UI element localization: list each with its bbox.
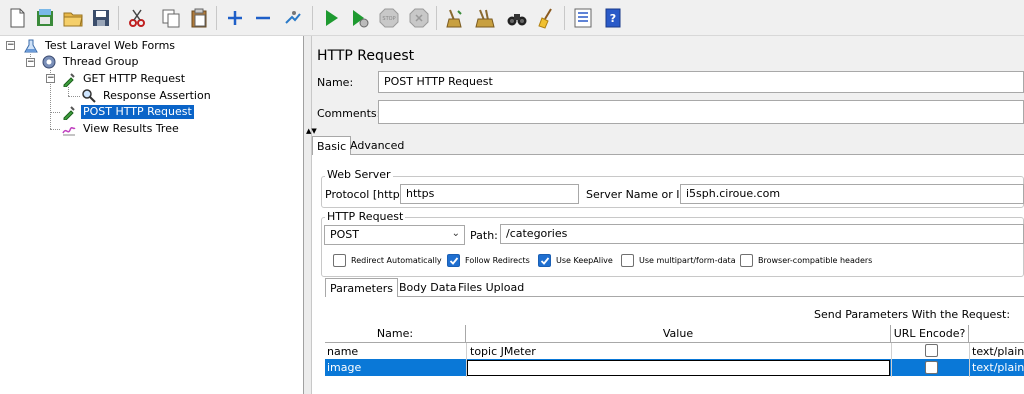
redirect-automatically-checkbox[interactable]: Redirect Automatically <box>333 254 442 267</box>
parameters-table: Name: Value URL Encode? name topic JMete… <box>325 325 1024 394</box>
table-row-name-cell[interactable]: image <box>325 360 466 376</box>
table-row-name-cell[interactable]: name <box>325 344 466 360</box>
name-label: Name: <box>317 76 354 89</box>
tree-node-thread-group[interactable]: Thread Group <box>40 54 140 70</box>
resize-arrows-icon[interactable]: ▲▼ <box>306 128 317 135</box>
method-select[interactable]: POST ⌄ <box>324 225 465 245</box>
comments-label: Comments: <box>317 107 381 120</box>
main-toolbar: STOP ? <box>0 0 1024 36</box>
copy-icon[interactable] <box>158 5 184 31</box>
svg-text:?: ? <box>610 12 616 25</box>
table-row-content-type-cell[interactable]: text/plain <box>970 360 1024 376</box>
path-label: Path: <box>470 229 498 242</box>
table-row-value-cell[interactable]: topic JMeter <box>468 344 891 360</box>
column-header-name[interactable]: Name: <box>325 325 466 343</box>
start-no-pause-icon[interactable] <box>346 5 372 31</box>
url-encode-checkbox[interactable] <box>923 344 943 360</box>
tab-files-upload[interactable]: Files Upload <box>454 278 528 297</box>
http-request-group-title: HTTP Request <box>325 210 406 223</box>
tab-parameters[interactable]: Parameters <box>325 278 398 297</box>
protocol-label: Protocol [http]: <box>325 188 408 201</box>
magnifier-icon <box>80 88 98 104</box>
listener-chart-icon <box>60 121 78 137</box>
browser-compatible-headers-checkbox[interactable]: Browser-compatible headers <box>740 254 872 267</box>
column-header-value[interactable]: Value <box>466 325 891 343</box>
start-icon[interactable] <box>318 5 344 31</box>
cut-icon[interactable] <box>124 5 150 31</box>
config-tabs: Basic Advanced <box>312 135 1024 156</box>
thread-group-collapse-toggle[interactable]: − <box>26 58 35 67</box>
clear-icon[interactable] <box>442 5 468 31</box>
stop-icon[interactable]: STOP <box>376 5 402 31</box>
new-file-icon[interactable] <box>4 5 30 31</box>
column-header-url-encode[interactable]: URL Encode? <box>891 325 969 343</box>
test-plan-tree: − Test Laravel Web Forms − Thread Group … <box>0 36 304 394</box>
tree-node-post-request[interactable]: POST HTTP Request <box>60 104 194 120</box>
sampler-pipette-icon <box>60 71 78 87</box>
collapse-minus-icon[interactable] <box>250 5 276 31</box>
table-row-content-type-cell[interactable]: text/plain <box>970 344 1024 360</box>
server-name-label: Server Name or IP: <box>586 188 690 201</box>
name-field[interactable]: POST HTTP Request <box>378 71 1024 93</box>
tree-node-get-request[interactable]: GET HTTP Request <box>60 71 187 87</box>
grid-line <box>466 343 467 377</box>
server-name-field[interactable]: i5sph.ciroue.com <box>680 184 1024 204</box>
checkbox-box <box>740 254 753 267</box>
tab-advanced[interactable]: Advanced <box>346 136 408 155</box>
clear-all-icon[interactable] <box>472 5 498 31</box>
chevron-down-icon: ⌄ <box>451 228 460 239</box>
save-icon[interactable] <box>88 5 114 31</box>
tree-node-response-assertion[interactable]: Response Assertion <box>80 88 213 104</box>
toggle-icon[interactable] <box>280 5 306 31</box>
tree-node-test-plan[interactable]: Test Laravel Web Forms <box>22 38 177 54</box>
templates-icon[interactable] <box>32 5 58 31</box>
page-title: HTTP Request <box>317 48 415 64</box>
tree-node-view-results[interactable]: View Results Tree <box>60 121 181 137</box>
follow-redirects-checkbox[interactable]: Follow Redirects <box>447 254 530 267</box>
pane-splitter[interactable] <box>304 36 312 394</box>
protocol-field[interactable]: https <box>400 184 579 204</box>
checkbox-box <box>333 254 346 267</box>
comments-field[interactable] <box>378 100 1024 124</box>
search-binoculars-icon[interactable] <box>504 5 530 31</box>
grid-line <box>891 343 892 377</box>
column-header-content-type[interactable] <box>969 325 1024 343</box>
function-helper-icon[interactable] <box>570 5 596 31</box>
gear-icon <box>40 54 58 70</box>
use-keepalive-checkbox[interactable]: Use KeepAlive <box>538 254 613 267</box>
shutdown-icon[interactable] <box>406 5 432 31</box>
expand-plus-icon[interactable] <box>222 5 248 31</box>
checkmark-icon <box>447 254 460 267</box>
web-server-title: Web Server <box>325 168 393 181</box>
url-encode-checkbox[interactable] <box>923 361 943 377</box>
open-folder-icon[interactable] <box>60 5 86 31</box>
test-plan-icon <box>22 38 40 54</box>
use-multipart-checkbox[interactable]: Use multipart/form-data <box>621 254 736 267</box>
grid-line <box>969 343 970 377</box>
checkmark-icon <box>538 254 551 267</box>
get-request-collapse-toggle[interactable]: − <box>46 74 55 83</box>
path-field[interactable]: /categories <box>500 224 1024 244</box>
svg-text:STOP: STOP <box>382 16 395 22</box>
tab-body-data[interactable]: Body Data <box>395 278 461 297</box>
reset-search-broom-icon[interactable] <box>534 5 560 31</box>
paste-icon[interactable] <box>186 5 212 31</box>
checkbox-box <box>621 254 634 267</box>
table-row-value-editor[interactable] <box>467 360 890 376</box>
root-collapse-toggle[interactable]: − <box>6 41 15 50</box>
send-parameters-label: Send Parameters With the Request: <box>814 308 1011 321</box>
help-icon[interactable]: ? <box>600 5 626 31</box>
sampler-pipette-icon <box>60 104 78 120</box>
